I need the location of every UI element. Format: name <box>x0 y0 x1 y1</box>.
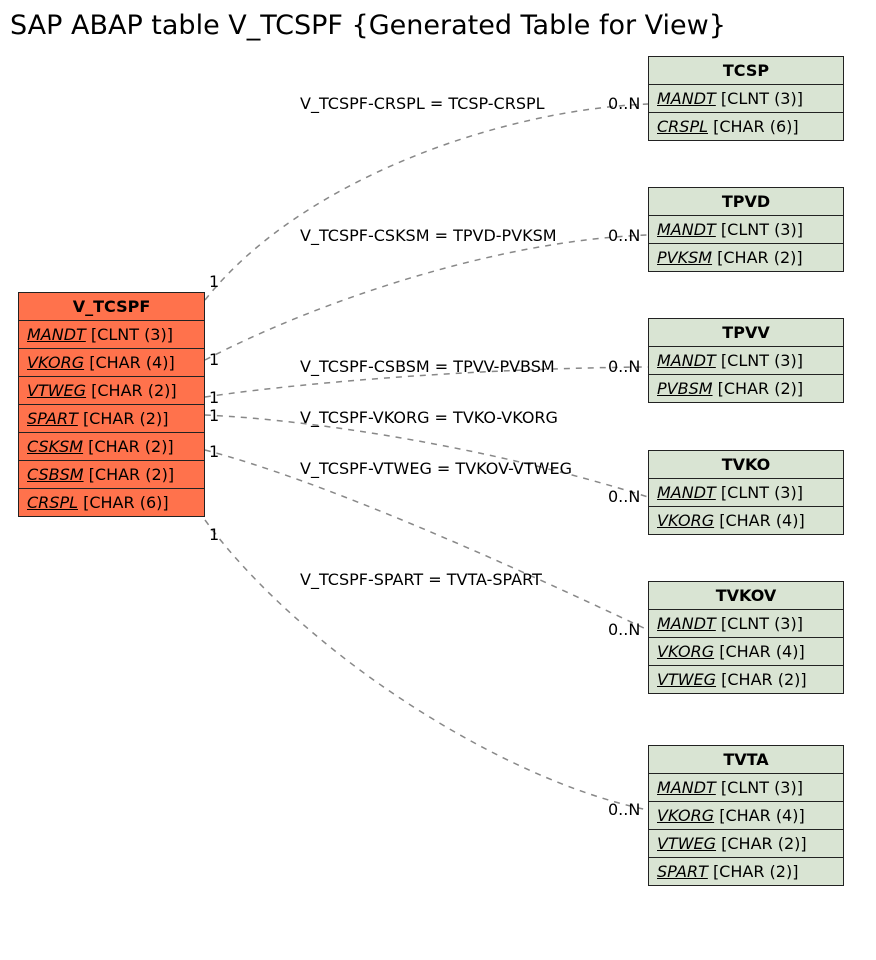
field-row: MANDT [CLNT (3)] <box>649 85 843 113</box>
cardinality-right: 0..N <box>608 620 640 639</box>
cardinality-left: 1 <box>209 388 219 407</box>
field-row: SPART [CHAR (2)] <box>649 858 843 885</box>
cardinality-left: 1 <box>209 272 219 291</box>
cardinality-right: 0..N <box>608 487 640 506</box>
relation-label: V_TCSPF-CSBSM = TPVV-PVBSM <box>300 357 555 376</box>
field-row: CSKSM [CHAR (2)] <box>19 433 204 461</box>
relation-label: V_TCSPF-CRSPL = TCSP-CRSPL <box>300 94 545 113</box>
entity-tvkov: TVKOV MANDT [CLNT (3)] VKORG [CHAR (4)] … <box>648 581 844 694</box>
cardinality-left: 1 <box>209 350 219 369</box>
entity-header: V_TCSPF <box>19 293 204 321</box>
entity-header: TPVD <box>649 188 843 216</box>
entity-header: TCSP <box>649 57 843 85</box>
entity-tpvd: TPVD MANDT [CLNT (3)] PVKSM [CHAR (2)] <box>648 187 844 272</box>
field-row: MANDT [CLNT (3)] <box>649 479 843 507</box>
relation-label: V_TCSPF-CSKSM = TPVD-PVKSM <box>300 226 557 245</box>
cardinality-right: 0..N <box>608 357 640 376</box>
entity-header: TVKOV <box>649 582 843 610</box>
relation-label: V_TCSPF-VKORG = TVKO-VKORG <box>300 408 558 427</box>
field-row: MANDT [CLNT (3)] <box>649 347 843 375</box>
field-row: SPART [CHAR (2)] <box>19 405 204 433</box>
cardinality-left: 1 <box>209 406 219 425</box>
field-row: MANDT [CLNT (3)] <box>649 774 843 802</box>
relation-label: V_TCSPF-VTWEG = TVKOV-VTWEG <box>300 459 572 478</box>
cardinality-left: 1 <box>209 442 219 461</box>
field-row: MANDT [CLNT (3)] <box>649 216 843 244</box>
field-row: MANDT [CLNT (3)] <box>19 321 204 349</box>
field-row: CRSPL [CHAR (6)] <box>19 489 204 516</box>
field-row: VKORG [CHAR (4)] <box>649 638 843 666</box>
entity-tvta: TVTA MANDT [CLNT (3)] VKORG [CHAR (4)] V… <box>648 745 844 886</box>
entity-header: TVKO <box>649 451 843 479</box>
entity-header: TVTA <box>649 746 843 774</box>
field-row: PVBSM [CHAR (2)] <box>649 375 843 402</box>
field-row: VKORG [CHAR (4)] <box>19 349 204 377</box>
cardinality-right: 0..N <box>608 800 640 819</box>
entity-v-tcspf: V_TCSPF MANDT [CLNT (3)] VKORG [CHAR (4)… <box>18 292 205 517</box>
entity-tvko: TVKO MANDT [CLNT (3)] VKORG [CHAR (4)] <box>648 450 844 535</box>
field-row: VKORG [CHAR (4)] <box>649 507 843 534</box>
entity-tcsp: TCSP MANDT [CLNT (3)] CRSPL [CHAR (6)] <box>648 56 844 141</box>
field-row: PVKSM [CHAR (2)] <box>649 244 843 271</box>
diagram-title: SAP ABAP table V_TCSPF {Generated Table … <box>10 10 726 41</box>
entity-tpvv: TPVV MANDT [CLNT (3)] PVBSM [CHAR (2)] <box>648 318 844 403</box>
field-row: VKORG [CHAR (4)] <box>649 802 843 830</box>
field-row: MANDT [CLNT (3)] <box>649 610 843 638</box>
entity-header: TPVV <box>649 319 843 347</box>
field-row: VTWEG [CHAR (2)] <box>19 377 204 405</box>
cardinality-left: 1 <box>209 525 219 544</box>
field-row: CRSPL [CHAR (6)] <box>649 113 843 140</box>
field-row: CSBSM [CHAR (2)] <box>19 461 204 489</box>
field-row: VTWEG [CHAR (2)] <box>649 830 843 858</box>
relation-label: V_TCSPF-SPART = TVTA-SPART <box>300 570 542 589</box>
field-row: VTWEG [CHAR (2)] <box>649 666 843 693</box>
cardinality-right: 0..N <box>608 94 640 113</box>
cardinality-right: 0..N <box>608 226 640 245</box>
